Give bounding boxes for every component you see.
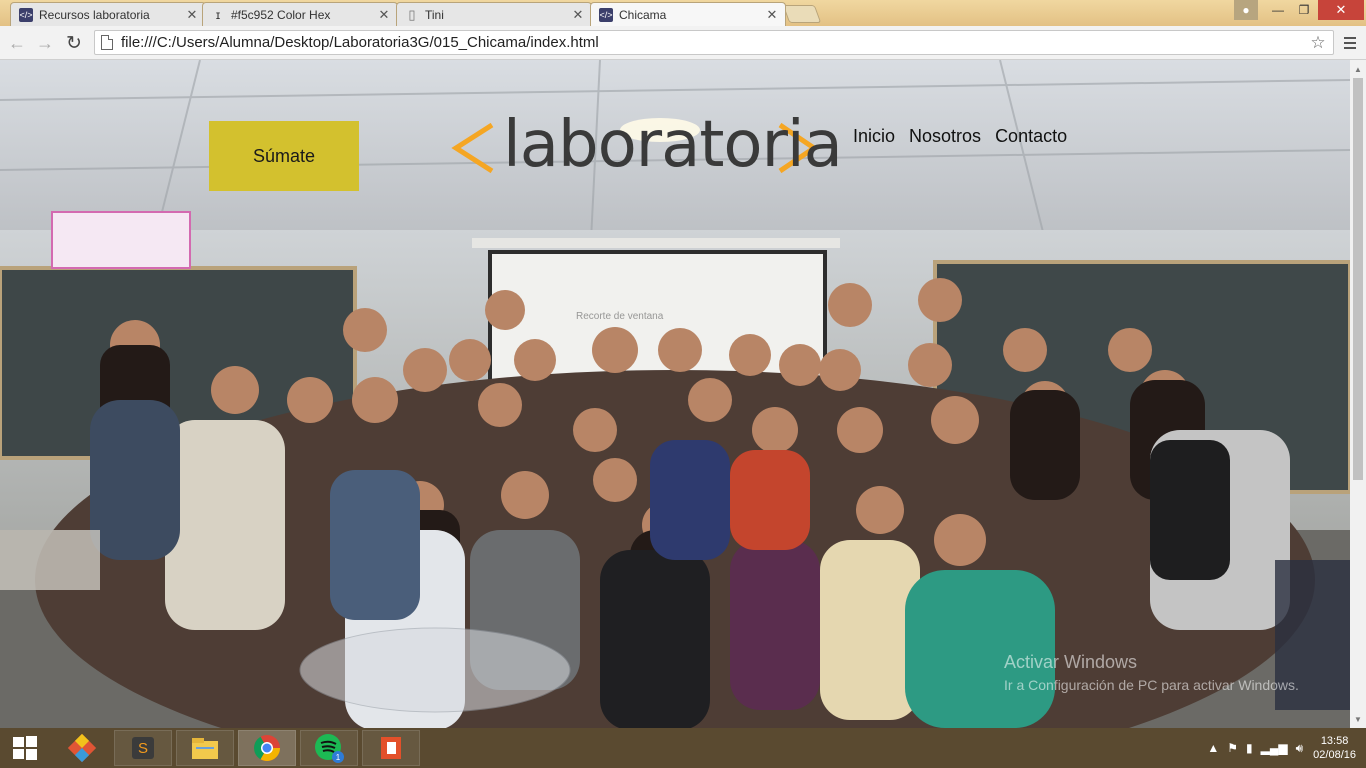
tab-tini[interactable]: ▯ Tini ✕ [396,2,592,26]
document-favicon-icon: ▯ [408,6,416,22]
logo-text: laboratoria [503,108,843,182]
restore-button[interactable]: ❐ [1292,0,1316,20]
code-favicon-icon: </> [599,7,613,22]
tab-strip: </> Recursos laboratoria ✕ ɪ #f5c952 Col… [0,0,1366,26]
vertical-scrollbar[interactable]: ▲ ▼ [1350,60,1366,728]
sublime-text-icon[interactable]: S [114,730,172,766]
tab-recursos-laboratoria[interactable]: </> Recursos laboratoria ✕ [10,2,206,26]
chrome-icon[interactable] [238,730,296,766]
windows-activation-subtitle: Ir a Configuración de PC para activar Wi… [1004,677,1299,693]
tray-expand-icon[interactable]: ▲ [1207,741,1219,755]
scrollbar-thumb[interactable] [1353,78,1363,480]
spotify-icon[interactable]: 1 [300,730,358,766]
address-bar[interactable]: file:///C:/Users/Alumna/Desktop/Laborato… [94,30,1334,55]
page-viewport: Súmate laboratoria Inicio Nosotros Conta… [0,60,1350,728]
menu-icon[interactable] [1340,31,1360,55]
windows-taskbar: S 1 ▲ ⚑ ▮ ▂▄▆ 🔊︎ 13:58 02/08/16 [0,728,1366,768]
file-explorer-icon[interactable] [176,730,234,766]
close-icon[interactable]: ✕ [185,7,199,23]
new-tab-button[interactable] [782,5,822,23]
tab-label: Recursos laboratoria [39,7,150,22]
code-favicon-icon: </> [19,7,33,22]
page-icon [101,35,113,50]
bookmark-star-icon[interactable]: ☆ [1307,33,1329,53]
git-icon[interactable] [62,730,102,766]
windows-start-icon[interactable] [0,730,50,766]
action-center-flag-icon[interactable]: ⚑ [1227,741,1238,755]
main-nav: Inicio Nosotros Contacto [853,126,1067,147]
nav-link-inicio[interactable]: Inicio [853,126,895,147]
back-arrow-icon[interactable]: ← [5,31,29,55]
tab-label: Chicama [619,7,667,22]
close-icon[interactable]: ✕ [377,7,391,23]
reload-icon[interactable]: ↻ [62,31,86,55]
tab-label: #f5c952 Color Hex [231,7,331,22]
network-signal-icon[interactable]: ▂▄▆ [1261,741,1288,755]
scroll-down-arrow-icon[interactable]: ▼ [1350,712,1366,726]
logo-left-bracket [451,122,494,174]
close-window-button[interactable]: ✕ [1318,0,1364,20]
close-icon[interactable]: ✕ [571,7,585,23]
url-text[interactable]: file:///C:/Users/Alumna/Desktop/Laborato… [121,34,1307,51]
clock-date: 02/08/16 [1313,749,1356,761]
user-profile-icon[interactable]: ● [1234,0,1258,20]
snipping-tool-hint: Recorte de ventana [576,311,664,322]
browser-toolbar: ← → ↻ file:///C:/Users/Alumna/Desktop/La… [0,26,1366,60]
volume-icon[interactable]: 🔊︎ [1296,741,1304,756]
minimize-button[interactable]: — [1266,0,1290,20]
nav-link-contacto[interactable]: Contacto [995,126,1067,147]
tab-chicama[interactable]: </> Chicama ✕ [590,2,786,26]
scroll-up-arrow-icon[interactable]: ▲ [1350,62,1366,76]
join-button[interactable]: Súmate [209,121,359,191]
tab-color-hex[interactable]: ɪ #f5c952 Color Hex ✕ [202,2,398,26]
windows-activation-title: Activar Windows [1004,652,1138,672]
forward-arrow-icon[interactable]: → [33,31,57,55]
office-icon[interactable] [362,730,420,766]
spotify-badge: 1 [336,753,341,762]
close-icon[interactable]: ✕ [765,7,779,23]
svg-text:S: S [138,740,148,757]
tab-label: Tini [425,7,444,22]
system-tray: ▲ ⚑ ▮ ▂▄▆ 🔊︎ 13:58 02/08/16 [1203,728,1366,768]
clock-time: 13:58 [1320,735,1349,747]
pin-favicon-icon: ɪ [215,7,221,22]
system-clock[interactable]: 13:58 02/08/16 [1313,734,1356,762]
nav-link-nosotros[interactable]: Nosotros [909,126,981,147]
battery-icon[interactable]: ▮ [1246,741,1253,755]
